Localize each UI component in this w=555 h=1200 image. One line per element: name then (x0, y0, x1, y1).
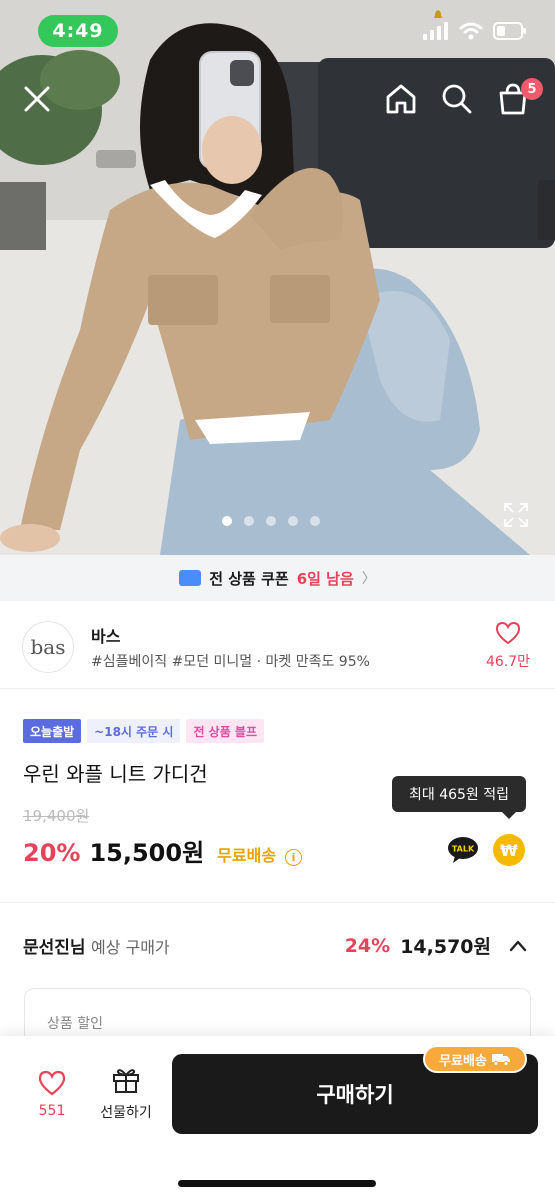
gift-icon (113, 1069, 139, 1093)
info-icon[interactable]: i (285, 849, 303, 866)
product-image-gallery[interactable]: 4:49 5 (0, 0, 555, 555)
store-like-button[interactable]: 46.7만 (478, 621, 538, 671)
expected-price-label: 문선진님 예상 구매가 (23, 933, 170, 958)
gallery-dot[interactable] (222, 516, 232, 526)
chevron-right-icon: 〉 (361, 571, 376, 587)
store-name[interactable]: 바스 (91, 623, 120, 647)
store-logo[interactable]: bas (22, 621, 74, 673)
badge-order-cutoff: ~18시 주문 시 (87, 719, 181, 743)
coupon-days-left: 6일 남음 (296, 569, 354, 588)
coupon-icon (179, 570, 202, 586)
store-info[interactable]: bas 바스 #심플베이직 #모던 미니멀 · 마켓 만족도 95% 46.7만 (0, 601, 555, 689)
product-title: 우린 와플 니트 가디건 (23, 762, 208, 786)
badge-sale: 전 상품 블프 (186, 719, 265, 743)
status-time: 4:49 (38, 15, 118, 47)
user-name: 문선진님 (23, 938, 86, 958)
product-discount-label: 상품 할인 (47, 1016, 103, 1032)
free-shipping-chip: 무료배송 (423, 1045, 527, 1073)
expected-price-caption: 예상 구매가 (90, 938, 170, 957)
gallery-dot[interactable] (266, 516, 276, 526)
store-like-count: 46.7만 (485, 654, 531, 670)
expected-price-toggle[interactable]: 24% 14,570원 (345, 932, 529, 959)
coupon-text: 전 상품 쿠폰 (209, 569, 289, 588)
free-shipping-chip-label: 무료배송 (439, 1053, 487, 1069)
truck-icon (491, 1054, 510, 1066)
store-tags: #심플베이직 #모던 미니멀 · 마켓 만족도 95% (91, 654, 370, 670)
gallery-dot[interactable] (310, 516, 320, 526)
point-reward-button[interactable]: ₩ (493, 834, 525, 866)
bottom-action-bar: 551 선물하기 구매하기 무료배송 (0, 1036, 555, 1200)
reward-tooltip: 최대 465원 적립 (392, 776, 526, 819)
kakao-talk-button[interactable]: TALK (447, 836, 479, 864)
signal-icon (423, 22, 448, 40)
badge-today-ship: 오늘출발 (23, 719, 82, 743)
home-icon[interactable] (384, 82, 418, 116)
heart-icon (495, 621, 521, 645)
chevron-up-icon[interactable] (507, 935, 529, 957)
section-divider (0, 902, 555, 903)
discount-rate: 20% (23, 839, 81, 867)
battery-icon (493, 22, 526, 40)
gallery-dot[interactable] (244, 516, 254, 526)
wifi-icon (459, 22, 483, 40)
gallery-pagination (222, 516, 320, 526)
sale-price: 15,500원 (89, 839, 205, 867)
original-price: 19,400원 (23, 807, 90, 825)
gallery-dot[interactable] (288, 516, 298, 526)
coupon-banner[interactable]: 전 상품 쿠폰 6일 남음 〉 (0, 555, 555, 601)
talk-label: TALK (452, 845, 475, 854)
search-icon[interactable] (440, 82, 474, 116)
like-count: 551 (38, 1103, 66, 1119)
expand-icon[interactable] (503, 502, 529, 528)
gift-label: 선물하기 (100, 1105, 152, 1121)
notification-bell-icon (434, 10, 442, 18)
cart-count-badge: 5 (521, 78, 543, 100)
expected-discount: 24% (344, 934, 391, 957)
free-shipping-label: 무료배송 (217, 846, 277, 865)
product-badges: 오늘출발 ~18시 주문 시 전 상품 블프 (23, 719, 265, 743)
gift-button[interactable]: 선물하기 (92, 1066, 160, 1122)
like-button[interactable]: 551 (26, 1070, 78, 1119)
status-indicators (423, 22, 527, 40)
heart-icon (38, 1070, 66, 1096)
price-row: 20% 15,500원 무료배송 i (23, 833, 303, 868)
expected-price: 14,570원 (400, 936, 491, 958)
home-indicator (178, 1180, 376, 1187)
close-icon[interactable] (20, 82, 54, 116)
